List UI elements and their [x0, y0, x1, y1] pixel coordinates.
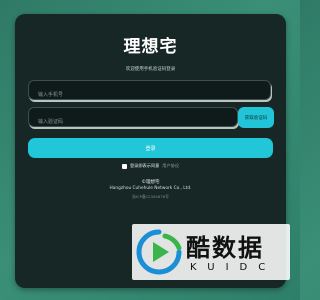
- footer-brand: ©理想宅: [141, 180, 160, 185]
- phone-input[interactable]: [29, 86, 270, 104]
- code-field[interactable]: [28, 107, 238, 131]
- get-code-button[interactable]: 获取验证码: [238, 107, 274, 128]
- agreement-row: 登录即表示同意 用户协议: [15, 163, 286, 169]
- user-agreement-link[interactable]: 用户协议: [162, 163, 179, 169]
- play-logo-icon: [136, 229, 182, 275]
- watermark-brand-cn: 酷数据: [186, 234, 264, 262]
- watermark-logo: 酷数据 KUIDC: [132, 224, 290, 280]
- footer-icp[interactable]: 浙ICP备12345678号: [15, 194, 286, 200]
- app-title: 理想宅: [123, 37, 178, 57]
- watermark-brand-en: KUIDC: [190, 262, 277, 273]
- agree-checkbox[interactable]: [121, 163, 127, 169]
- phone-field[interactable]: [28, 80, 271, 104]
- login-subtitle: 欢迎使用手机验证码登录: [125, 67, 176, 72]
- code-input[interactable]: [29, 113, 237, 131]
- login-button[interactable]: 登录: [28, 138, 273, 158]
- footer-company: Hangzhou Cuhehule Network Co., Ltd.: [109, 186, 192, 191]
- agree-text: 登录即表示同意: [129, 163, 160, 168]
